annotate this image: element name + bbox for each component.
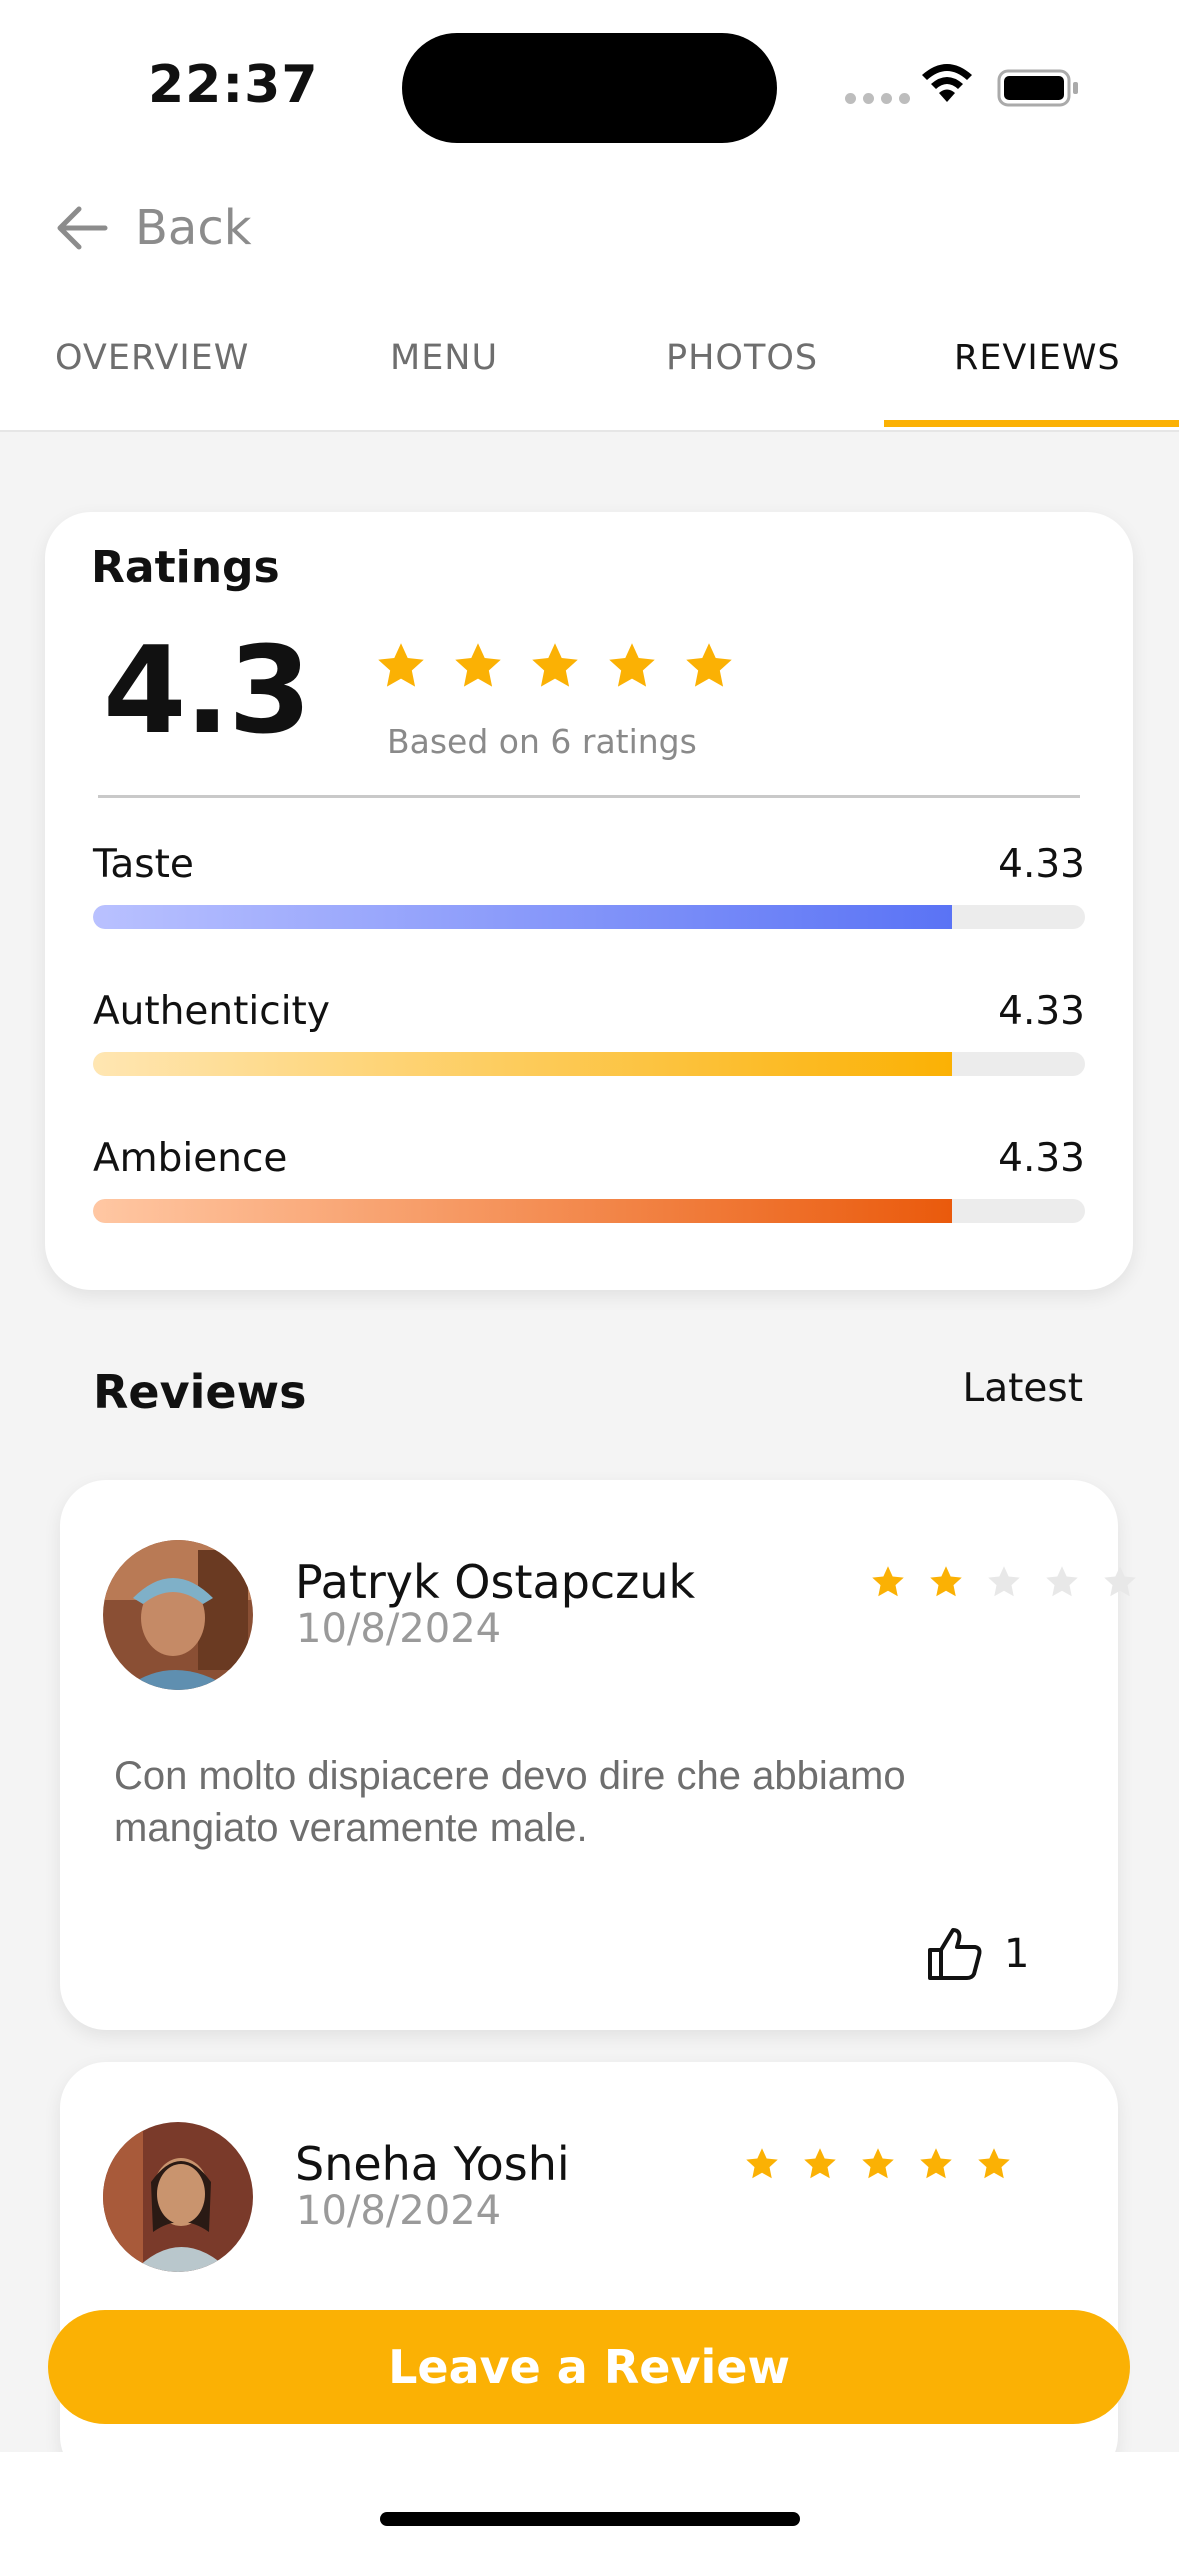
star-icon — [609, 643, 655, 687]
avatar — [103, 2122, 253, 2272]
star-icon — [872, 1566, 904, 1597]
ratings-card: Ratings 4.3 Based on 6 ratings Taste 4.3… — [45, 512, 1133, 1290]
tab-reviews[interactable]: REVIEWS — [954, 338, 1121, 378]
avatar — [103, 1540, 253, 1690]
tab-menu[interactable]: MENU — [390, 338, 498, 378]
dynamic-island — [402, 33, 777, 143]
arrow-left-icon — [57, 206, 108, 250]
category-name: Authenticity — [93, 989, 330, 1034]
category-bar-fill — [93, 1199, 953, 1223]
overall-rating: 4.3 — [103, 622, 312, 761]
star-icon — [686, 643, 732, 687]
review-card: Patryk Ostapczuk 10/8/2024 Con molto dis… — [60, 1480, 1136, 2030]
like-count: 1 — [1004, 1931, 1030, 1977]
tab-bar-divider — [0, 430, 1179, 432]
ratings-title: Ratings — [91, 542, 280, 593]
category-value: 4.33 — [998, 1136, 1085, 1181]
category-value: 4.33 — [998, 842, 1085, 887]
star-icon — [978, 2148, 1010, 2179]
category-value: 4.33 — [998, 989, 1085, 1034]
tab-photos[interactable]: PHOTOS — [666, 338, 818, 378]
reviewer-name: Sneha Yoshi — [295, 2137, 570, 2191]
star-icon — [862, 2148, 894, 2179]
tab-bar: OVERVIEW MENU PHOTOS REVIEWS — [0, 320, 1179, 430]
back-button[interactable]: Back — [55, 200, 252, 256]
review-date: 10/8/2024 — [296, 1606, 502, 1652]
star-icon — [804, 2148, 836, 2179]
star-icon — [378, 643, 424, 687]
tab-overview[interactable]: OVERVIEW — [55, 338, 249, 378]
leave-review-button[interactable]: Leave a Review — [48, 2310, 1130, 2424]
sort-dropdown[interactable]: Latest — [962, 1366, 1083, 1411]
back-label: Back — [135, 200, 252, 256]
review-date: 10/8/2024 — [296, 2188, 502, 2234]
star-icon — [920, 2148, 952, 2179]
category-name: Ambience — [93, 1136, 288, 1181]
category-bar-fill — [93, 1052, 953, 1076]
star-icon — [1046, 1566, 1078, 1597]
active-tab-indicator — [884, 420, 1179, 427]
review-stars — [744, 2146, 1012, 2182]
leave-review-label: Leave a Review — [388, 2340, 790, 2394]
reviewer-name: Patryk Ostapczuk — [295, 1555, 696, 1609]
star-icon — [1104, 1566, 1136, 1597]
category-bar-track — [93, 1052, 1085, 1076]
star-icon — [746, 2148, 778, 2179]
category-bar-fill — [93, 905, 953, 929]
ratings-count: Based on 6 ratings — [387, 722, 697, 761]
thumbs-up-icon — [928, 1928, 982, 1980]
status-time: 22:37 — [148, 55, 319, 115]
like-button[interactable]: 1 — [926, 1926, 1029, 1982]
category-name: Taste — [93, 842, 194, 887]
wifi-icon — [922, 64, 972, 102]
ratings-divider — [98, 795, 1080, 798]
overall-stars — [375, 640, 735, 692]
star-icon — [455, 643, 501, 687]
star-icon — [532, 643, 578, 687]
cellular-signal-icon — [845, 93, 910, 104]
category-bar-track — [93, 1199, 1085, 1223]
review-text: Con molto dispiacere devo dire che abbia… — [114, 1754, 906, 1850]
home-indicator — [380, 2512, 800, 2526]
category-bar-track — [93, 905, 1085, 929]
reviews-title: Reviews — [93, 1365, 307, 1419]
bottom-safe-area — [0, 2452, 1179, 2556]
star-icon — [988, 1566, 1020, 1597]
battery-icon — [997, 69, 1078, 107]
star-icon — [930, 1566, 962, 1597]
review-stars — [870, 1564, 1138, 1600]
